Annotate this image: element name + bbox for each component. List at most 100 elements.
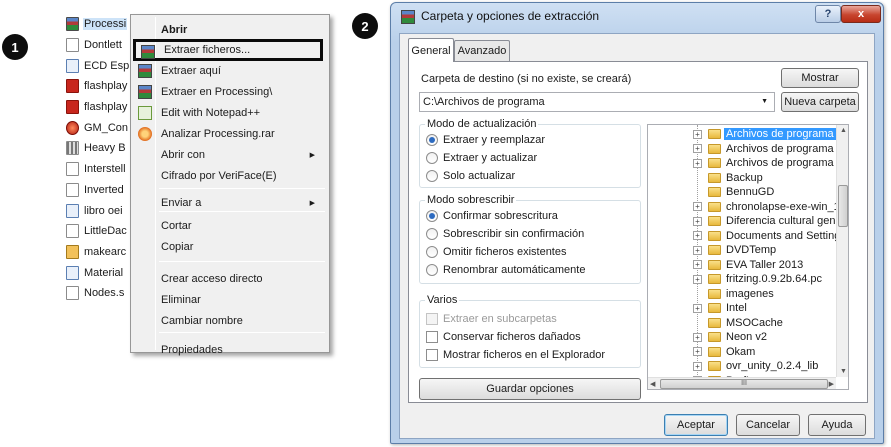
expand-icon[interactable]: + (693, 347, 702, 357)
file-name: Dontlett (84, 39, 122, 52)
menu-item[interactable]: Cifrado por VeriFace(E) (133, 166, 327, 186)
tree-item[interactable]: imagenes (648, 287, 836, 302)
scroll-right-icon[interactable]: ▶ (829, 380, 834, 388)
expand-icon[interactable]: + (693, 274, 702, 284)
tree-item[interactable]: + ovr_unity_0.2.4_lib (648, 359, 836, 374)
menu-item[interactable]: Crear acceso directo (133, 269, 327, 289)
radio-skip-existing[interactable]: Omitir ficheros existentes (426, 246, 566, 258)
radio-extract-update[interactable]: Extraer y actualizar (426, 152, 537, 164)
destination-combo[interactable]: C:\Archivos de programa ▼ (419, 92, 775, 112)
expand-icon[interactable]: + (693, 361, 702, 371)
tree-item-label: MSOCache (726, 316, 783, 329)
tree-item[interactable]: + DVDTemp (648, 243, 836, 258)
menu-item-label: Abrir (161, 24, 188, 36)
radio-indicator[interactable] (426, 152, 438, 164)
expand-icon[interactable]: + (693, 231, 702, 241)
menu-item[interactable]: Copiar (133, 237, 327, 257)
close-button[interactable]: x (841, 5, 881, 23)
tree-item[interactable]: + chronolapse-exe-win_1.0.7 (648, 200, 848, 215)
tree-item[interactable]: + Archivos de programa (648, 142, 836, 157)
radio-only-update[interactable]: Solo actualizar (426, 170, 515, 182)
menu-item[interactable]: Extraer aquí (133, 61, 327, 81)
expand-icon[interactable]: + (693, 129, 702, 139)
checkbox[interactable] (426, 331, 438, 343)
accept-button[interactable]: Aceptar (664, 414, 728, 436)
radio-indicator[interactable] (426, 246, 438, 258)
menu-separator (159, 332, 325, 333)
tree-item[interactable]: + Neon v2 (648, 330, 836, 345)
expand-icon[interactable]: + (693, 144, 702, 154)
tree-item[interactable]: MSOCache (648, 316, 836, 331)
help-button[interactable]: Ayuda (808, 414, 866, 436)
tree-item[interactable]: + Archivos de programa (648, 127, 836, 142)
tree-item-label: Archivos de programa (726, 142, 834, 155)
vertical-scroll-thumb[interactable] (838, 185, 848, 227)
menu-item[interactable]: Analizar Processing.rar (133, 124, 327, 144)
radio-extract-replace[interactable]: Extraer y reemplazar (426, 134, 545, 146)
radio-overwrite-no-confirm[interactable]: Sobrescribir sin confirmación (426, 228, 584, 240)
tree-item[interactable]: + Archivos de programa (x86) (648, 156, 848, 171)
expand-icon[interactable]: + (693, 303, 702, 313)
scroll-down-icon[interactable]: ▼ (840, 368, 847, 375)
expand-icon[interactable]: + (693, 260, 702, 270)
file-name: flashplay (84, 101, 128, 114)
checkbox[interactable] (426, 313, 438, 325)
cancel-button[interactable]: Cancelar (736, 414, 800, 436)
vertical-scrollbar[interactable]: ▲ ▼ (836, 125, 848, 377)
expand-icon[interactable]: + (693, 158, 702, 168)
folder-tree[interactable]: + Archivos de programa + Archivos de progra… (647, 124, 849, 390)
menu-item-label: Edit with Notepad++ (161, 107, 261, 119)
dialog-titlebar[interactable]: Carpeta y opciones de extracción ? x (391, 3, 883, 31)
save-options-button[interactable]: Guardar opciones (419, 378, 641, 400)
radio-indicator[interactable] (426, 170, 438, 182)
menu-item[interactable]: Cambiar nombre (133, 311, 327, 331)
menu-item[interactable]: Propiedades (133, 340, 327, 360)
tree-item[interactable]: BennuGD (648, 185, 836, 200)
tree-item[interactable]: + Okam (648, 345, 836, 360)
horizontal-scroll-thumb[interactable]: III (660, 379, 828, 389)
tree-item[interactable]: + fritzing.0.9.2b.64.pc (648, 272, 836, 287)
radio-indicator[interactable] (426, 228, 438, 240)
scroll-left-icon[interactable]: ◀ (650, 380, 655, 388)
menu-item[interactable]: Extraer ficheros... (133, 39, 323, 61)
radio-indicator[interactable] (426, 264, 438, 276)
radio-confirm-overwrite[interactable]: Confirmar sobrescritura (426, 210, 558, 222)
file-name: makearc (84, 245, 127, 258)
expand-icon[interactable]: + (693, 245, 702, 255)
expand-icon[interactable]: + (693, 216, 702, 226)
radio-label: Extraer y actualizar (443, 152, 538, 164)
show-button[interactable]: Mostrar (781, 68, 859, 88)
radio-indicator[interactable] (426, 210, 438, 222)
menu-item[interactable]: Eliminar (133, 290, 327, 310)
tree-item[interactable]: + Documents and Settings (648, 229, 846, 244)
menu-item[interactable]: Abrir con ▶ (133, 145, 327, 165)
tree-item[interactable]: + EVA Taller 2013 (648, 258, 836, 273)
menu-item-label: Propiedades (161, 344, 223, 356)
radio-indicator[interactable] (426, 134, 438, 146)
check-keep-broken[interactable]: Conservar ficheros dañados (426, 331, 581, 343)
winrar-icon (138, 64, 152, 78)
menu-item[interactable]: Cortar (133, 216, 327, 236)
new-folder-button[interactable]: Nueva carpeta (781, 92, 859, 112)
tab-general[interactable]: General (408, 38, 454, 62)
tab-avanzado[interactable]: Avanzado (454, 40, 510, 61)
antivirus-icon (138, 127, 152, 141)
help-titlebar-button[interactable]: ? (815, 5, 841, 23)
menu-item[interactable]: Extraer en Processing\ (133, 82, 327, 102)
check-extract-subfolders[interactable]: Extraer en subcarpetas (426, 313, 557, 325)
radio-auto-rename[interactable]: Renombrar automáticamente (426, 264, 585, 276)
menu-item[interactable]: Abrir (133, 20, 327, 40)
checkbox[interactable] (426, 349, 438, 361)
chevron-down-icon[interactable]: ▼ (761, 98, 768, 105)
check-show-in-explorer[interactable]: Mostrar ficheros en el Explorador (426, 349, 605, 361)
menu-item[interactable]: Edit with Notepad++ (133, 103, 327, 123)
winrar-icon (141, 45, 155, 59)
scroll-up-icon[interactable]: ▲ (840, 127, 847, 134)
horizontal-scrollbar[interactable]: ◀ III ▶ (648, 377, 836, 389)
menu-item[interactable]: Enviar a ▶ (133, 193, 327, 213)
tree-item[interactable]: + Diferencia cultural generacioni (648, 214, 848, 229)
expand-icon[interactable]: + (693, 332, 702, 342)
tree-item[interactable]: Backup (648, 171, 836, 186)
tree-item[interactable]: + Intel (648, 301, 836, 316)
expand-icon[interactable]: + (693, 202, 702, 212)
